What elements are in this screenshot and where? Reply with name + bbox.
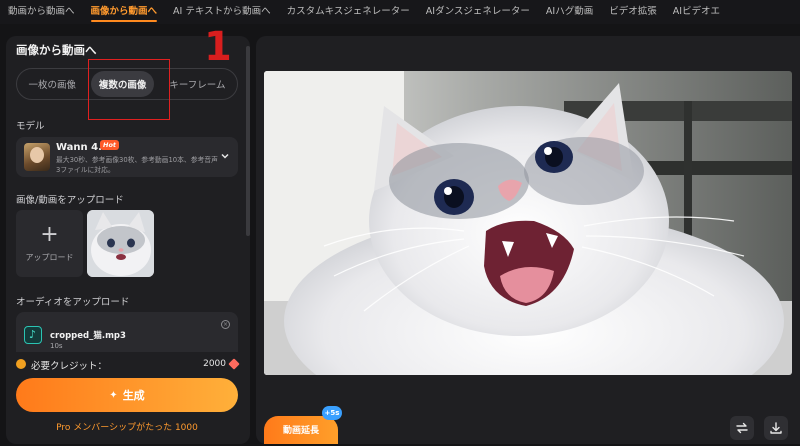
tab-dance-generator[interactable]: AIダンスジェネレーター <box>418 0 538 24</box>
panel-title: 画像から動画へ <box>16 43 97 57</box>
audio-file-card[interactable]: ♪ cropped_猫.mp3 10s × <box>16 312 238 352</box>
tab-ai-video-editor[interactable]: AIビデオエ <box>665 0 728 24</box>
model-description: 最大30秒、参考画像30枚、参考動画10本、参考音声3ファイルに対応。 <box>56 156 218 174</box>
extend-badge: +5s <box>322 406 342 420</box>
tab-kiss-generator[interactable]: カスタムキスジェネレーター <box>279 0 418 24</box>
annotation-number: 1 <box>204 24 232 70</box>
video-preview[interactable] <box>264 71 792 375</box>
gem-icon <box>228 358 240 370</box>
generate-button[interactable]: ✦ 生成 <box>16 378 238 412</box>
hot-badge: Hot <box>100 140 120 150</box>
credits-row: 必要クレジット： 2000 <box>16 356 240 372</box>
panel-scrollbar[interactable] <box>246 46 250 236</box>
preview-panel: 動画延長 +5s <box>256 36 800 444</box>
upload-button-label: アップロード <box>25 253 74 262</box>
swap-icon <box>736 422 748 434</box>
tab-video-to-video[interactable]: 動画から動画へ <box>0 0 83 24</box>
mode-single-image[interactable]: 一枚の画像 <box>20 71 84 97</box>
generate-label: 生成 <box>122 389 145 402</box>
tab-video-extend[interactable]: ビデオ拡張 <box>601 0 665 24</box>
model-label: モデル <box>16 121 45 132</box>
sparkle-icon: ✦ <box>109 389 118 401</box>
plus-icon: + <box>40 222 59 247</box>
tab-image-to-video[interactable]: 画像から動画へ <box>83 0 166 24</box>
close-icon[interactable]: × <box>221 320 230 329</box>
model-thumbnail <box>24 143 50 171</box>
audio-filename: cropped_猫.mp3 <box>50 331 126 341</box>
upload-label: 画像/動画をアップロード <box>16 195 124 206</box>
settings-panel: 画像から動画へ 一枚の画像 複数の画像 キーフレーム 1 モデル Wann 4.… <box>6 24 250 444</box>
upload-button[interactable]: + アップロード <box>16 210 83 277</box>
annotation-highlight-box <box>88 59 170 120</box>
download-icon <box>770 422 782 434</box>
audio-duration: 10s <box>50 342 63 350</box>
credits-label: 必要クレジット： <box>31 361 108 372</box>
pro-membership-link[interactable]: Pro メンバーシップがたった 1000 <box>16 420 238 433</box>
chevron-down-icon <box>221 153 229 159</box>
cat-preview-image <box>264 71 792 375</box>
download-button[interactable] <box>764 416 788 440</box>
extend-video-button[interactable]: 動画延長 <box>264 416 338 444</box>
audio-label: オーディオをアップロード <box>16 297 130 308</box>
model-select[interactable]: Wann 4.0 Hot 最大30秒、参考画像30枚、参考動画10本、参考音声3… <box>16 137 238 177</box>
music-note-icon: ♪ <box>24 326 42 344</box>
top-nav: 動画から動画へ 画像から動画へ AI テキストから動画へ カスタムキスジェネレー… <box>0 0 800 24</box>
uploaded-image-thumbnail[interactable] <box>87 210 154 277</box>
coin-icon <box>16 359 26 369</box>
swap-button[interactable] <box>730 416 754 440</box>
mode-keyframe[interactable]: キーフレーム <box>161 71 233 97</box>
tab-hug-video[interactable]: AIハグ動画 <box>538 0 601 24</box>
credits-value: 2000 <box>203 359 226 369</box>
tab-text-to-video[interactable]: AI テキストから動画へ <box>165 0 279 24</box>
